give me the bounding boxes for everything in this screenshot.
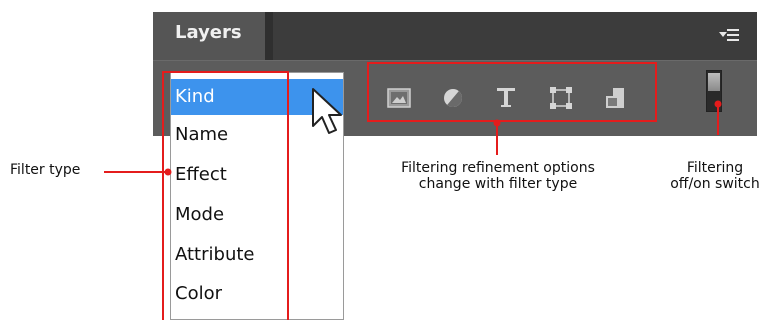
refinement-options-highlight-box: [367, 62, 657, 122]
annotation-overlay: [104, 62, 722, 320]
filter-type-highlight-box: [162, 71, 289, 320]
filter-switch-label: Filtering off/on switch: [670, 160, 760, 192]
stage: Layers Kind Name Effect Mode Attribute C…: [0, 0, 770, 320]
filter-type-label: Filter type: [10, 162, 81, 178]
switch-leader-dot: [714, 100, 722, 108]
refinement-leader-dot: [493, 119, 501, 127]
refinement-options-label: Filtering refinement options change with…: [401, 160, 595, 192]
filter-type-leader-dot: [164, 168, 172, 176]
